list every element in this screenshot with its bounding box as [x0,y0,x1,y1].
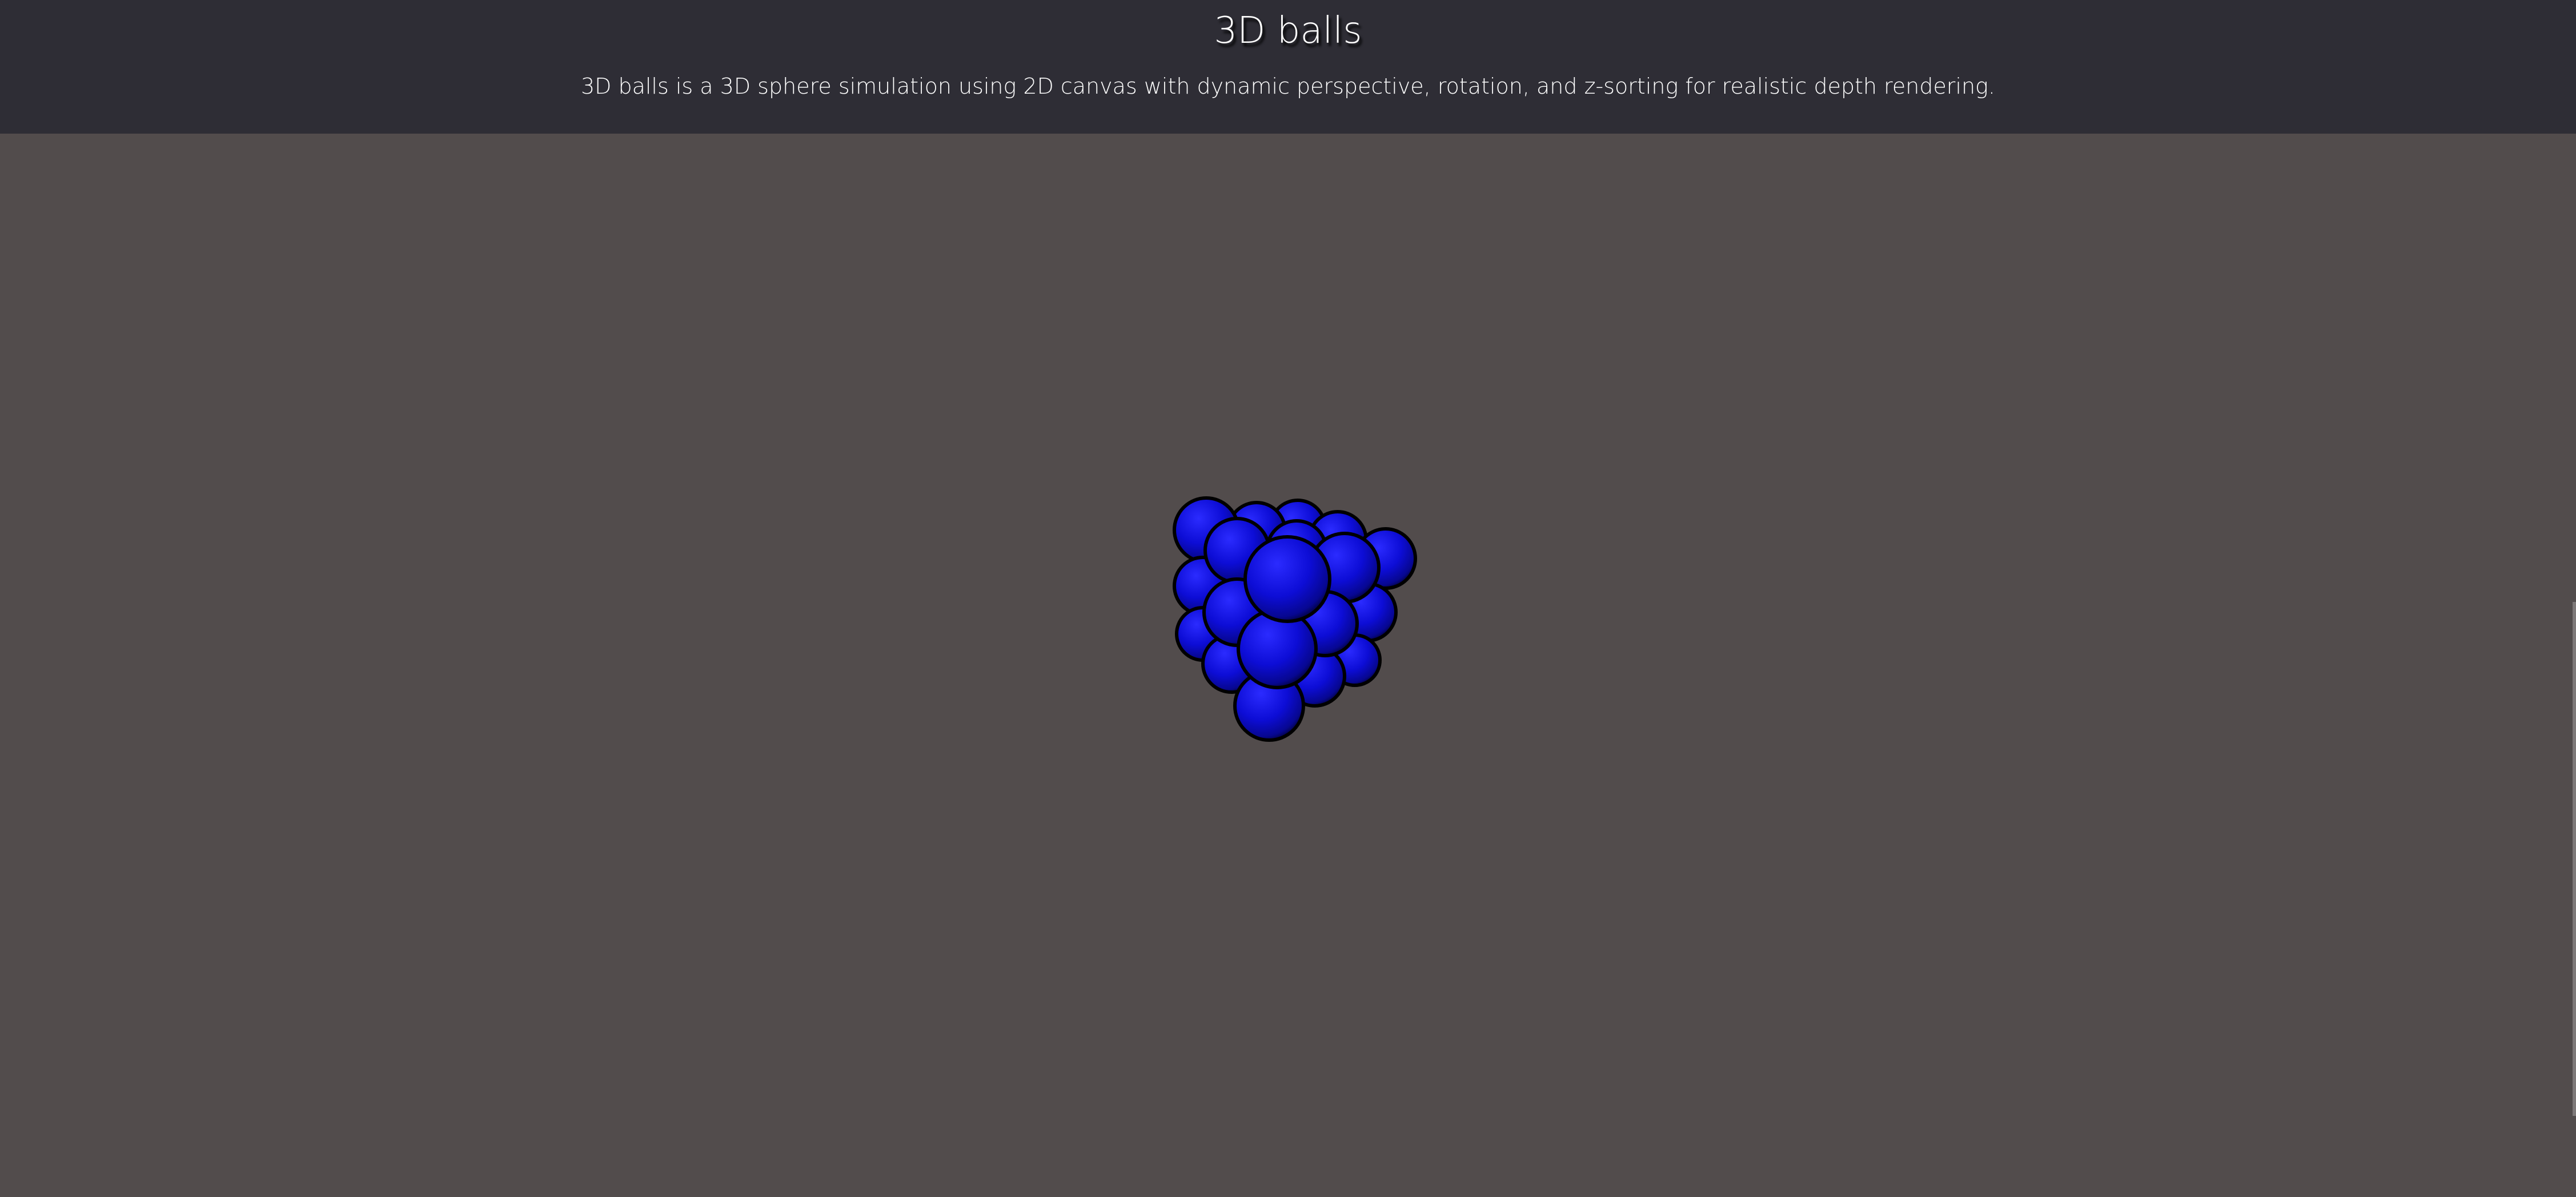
sphere [1243,535,1331,623]
canvas-stage[interactable] [0,134,2576,1195]
sphere-cluster [1173,496,1417,742]
spheres-canvas[interactable] [0,134,2576,1195]
page-description: 3D balls is a 3D sphere simulation using… [580,74,1996,99]
page-header: 3D balls 3D balls is a 3D sphere simulat… [0,0,2576,134]
scrollbar[interactable] [2573,602,2576,1116]
page-title: 3D balls [1214,10,1362,52]
